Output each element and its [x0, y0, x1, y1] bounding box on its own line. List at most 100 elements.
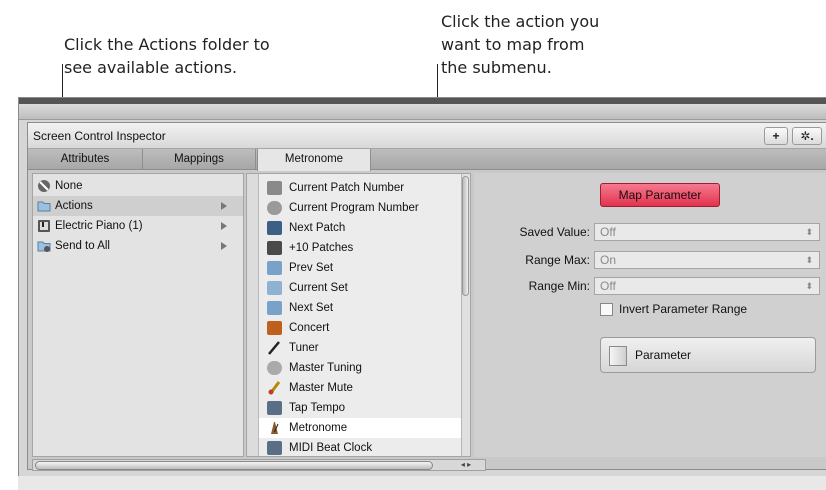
plus-ten-icon [267, 241, 282, 255]
inspector-header: Screen Control Inspector + ✲. [28, 123, 826, 149]
range-min-text: Off [600, 279, 616, 293]
current-set-icon [267, 281, 282, 295]
vertical-scroll-thumb[interactable] [462, 176, 469, 296]
action-label: +10 Patches [289, 242, 354, 254]
action-label: Current Set [289, 282, 348, 294]
action-column: Current Patch Number Current Program Num… [246, 173, 471, 457]
folder-icon [37, 201, 51, 212]
action-item-selected[interactable]: Metronome [259, 418, 470, 438]
tab-metronome[interactable]: Metronome [257, 149, 371, 171]
saved-value-label: Saved Value: [519, 225, 591, 239]
callout-text-line: the submenu. [441, 58, 552, 77]
map-parameter-button[interactable]: Map Parameter [600, 183, 720, 207]
range-min-select[interactable]: Off ⬍ [594, 277, 820, 295]
action-item[interactable]: Next Patch [259, 218, 470, 238]
chevron-right-icon [221, 202, 227, 210]
window-top-edge [19, 98, 826, 104]
range-min-label: Range Min: [528, 279, 590, 293]
horizontal-scrollbar[interactable]: ◂ ▸ [32, 459, 486, 471]
action-label: Master Mute [289, 382, 353, 394]
folder-item-electric-piano[interactable]: Electric Piano (1) [33, 216, 243, 236]
invert-range-checkbox[interactable] [600, 303, 613, 316]
scroll-arrows-icon[interactable]: ◂ ▸ [448, 460, 484, 470]
action-label: Master Tuning [289, 362, 362, 374]
action-item[interactable]: Tap Tempo [259, 398, 470, 418]
range-max-label: Range Max: [525, 253, 590, 267]
midi-clock-icon [267, 441, 282, 455]
stepper-icon: ⬍ [805, 255, 813, 265]
action-item[interactable]: Current Patch Number [259, 178, 470, 198]
action-label: MIDI Beat Clock [289, 442, 373, 454]
action-item[interactable]: +10 Patches [259, 238, 470, 258]
patch-number-icon [267, 181, 282, 195]
action-label: Next Patch [289, 222, 346, 234]
column-resize-strip[interactable] [247, 174, 259, 456]
parameter-label: Parameter [635, 348, 692, 362]
tab-bar: Attributes Mappings Metronome [28, 149, 826, 171]
action-label: Current Program Number [289, 202, 419, 214]
action-item[interactable]: Current Set [259, 278, 470, 298]
folder-item-label: Actions [55, 200, 93, 212]
action-label: Current Patch Number [289, 182, 405, 194]
action-item[interactable]: Concert [259, 318, 470, 338]
stepper-icon: ⬍ [805, 227, 813, 237]
action-label: Metronome [289, 422, 348, 434]
prev-set-icon [267, 261, 282, 275]
inspector-title: Screen Control Inspector [33, 129, 166, 143]
folder-item-label: Send to All [55, 240, 110, 252]
folder-item-label: Electric Piano (1) [55, 220, 143, 232]
callout-text-line: want to map from [441, 35, 585, 54]
parameter-swatch-icon [609, 346, 627, 366]
action-item[interactable]: Master Tuning [259, 358, 470, 378]
tab-attributes[interactable]: Attributes [28, 149, 143, 170]
range-max-select[interactable]: On ⬍ [594, 251, 820, 269]
invert-range-label: Invert Parameter Range [619, 302, 748, 316]
saved-value-select[interactable]: Off ⬍ [594, 223, 820, 241]
action-label: Concert [289, 322, 330, 334]
action-item[interactable]: Tuner [259, 338, 470, 358]
callout-submenu-action: Click the action you want to map from th… [441, 10, 599, 79]
action-label: Prev Set [289, 262, 334, 274]
folder-item-label: None [55, 180, 83, 192]
parameter-button[interactable]: Parameter [600, 337, 816, 373]
callout-text-line: Click the action you [441, 12, 600, 31]
vertical-scrollbar[interactable] [461, 174, 470, 456]
action-item[interactable]: Prev Set [259, 258, 470, 278]
screen-control-inspector: Screen Control Inspector + ✲. Attributes… [27, 122, 826, 471]
folder-column: None Actions Electric Piano (1) Send to … [32, 173, 244, 457]
send-icon [37, 241, 51, 252]
callout-text-line: Click the Actions folder to [64, 35, 270, 54]
add-button[interactable]: + [764, 127, 788, 145]
horizontal-scroll-thumb[interactable] [35, 461, 433, 470]
window-toolbar [19, 98, 826, 120]
folder-item-actions[interactable]: Actions [33, 196, 243, 216]
tab-mappings[interactable]: Mappings [143, 149, 256, 170]
action-label: Tap Tempo [289, 402, 346, 414]
window-bottom-edge [18, 476, 826, 490]
concert-icon [267, 321, 282, 335]
action-item[interactable]: MIDI Beat Clock [259, 438, 470, 456]
chevron-right-icon [221, 242, 227, 250]
action-item[interactable]: Next Set [259, 298, 470, 318]
master-mute-icon [268, 381, 281, 395]
action-item[interactable]: Current Program Number [259, 198, 470, 218]
saved-value-text: Off [600, 225, 616, 239]
tuner-icon [268, 341, 280, 355]
chevron-right-icon [221, 222, 227, 230]
instrument-icon [38, 220, 50, 232]
mapping-settings-pane: Map Parameter Saved Value: Off ⬍ Range M… [474, 173, 826, 457]
next-set-icon [267, 301, 282, 315]
folder-item-none[interactable]: None [33, 176, 243, 196]
gear-menu-button[interactable]: ✲. [792, 127, 822, 145]
tap-tempo-icon [267, 401, 282, 415]
action-label: Tuner [289, 342, 319, 354]
action-label: Next Set [289, 302, 334, 314]
stepper-icon: ⬍ [805, 281, 813, 291]
range-max-text: On [600, 253, 617, 267]
callout-actions-folder: Click the Actions folder to see availabl… [64, 33, 270, 79]
action-item[interactable]: Master Mute [259, 378, 470, 398]
program-number-icon [267, 201, 282, 215]
master-tuning-icon [267, 361, 282, 375]
folder-item-send-to-all[interactable]: Send to All [33, 236, 243, 256]
next-patch-icon [267, 221, 282, 235]
